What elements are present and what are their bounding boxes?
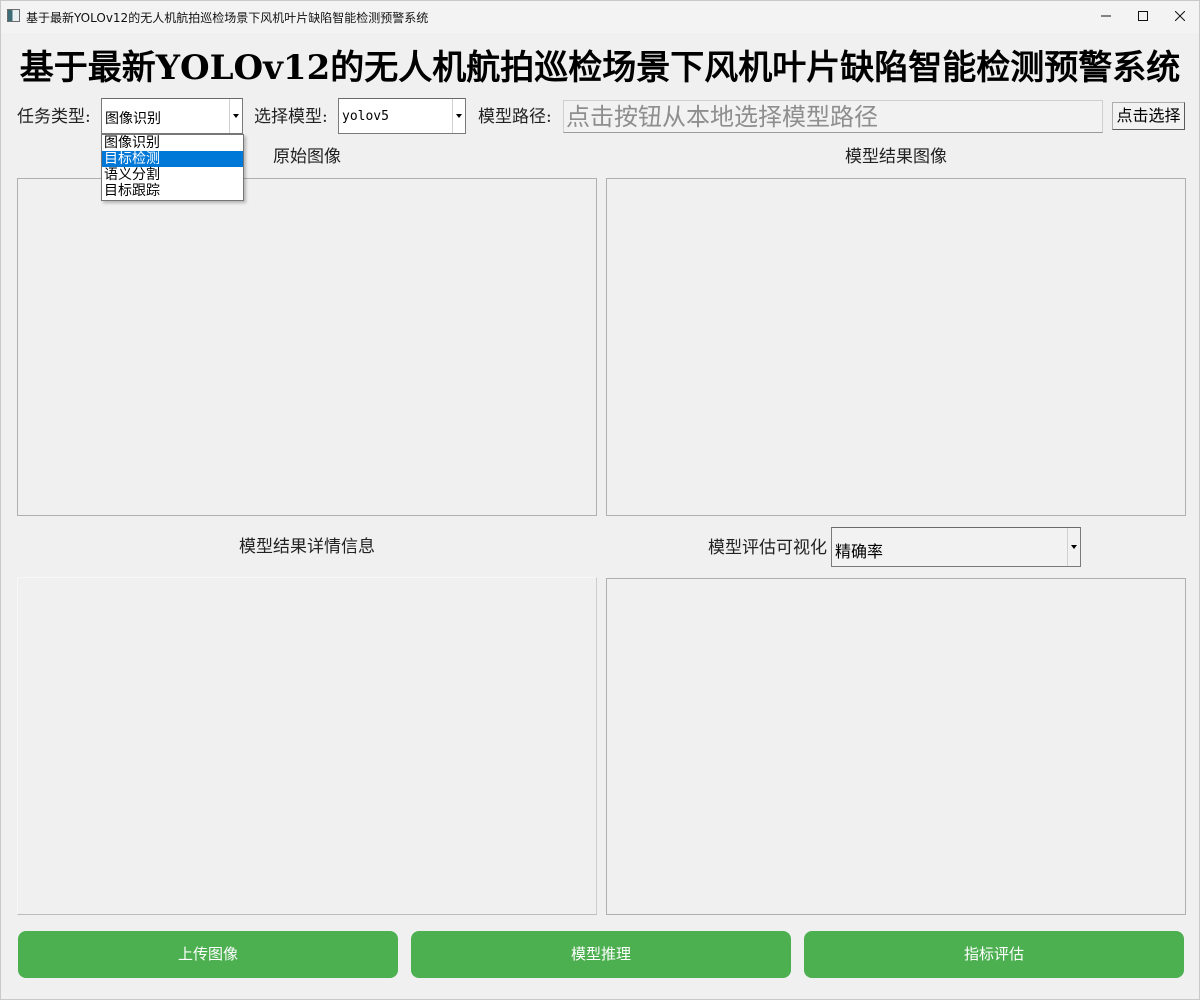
eval-metric-select[interactable]: 精确率	[831, 527, 1081, 567]
task-type-select[interactable]: 图像识别	[101, 98, 243, 134]
maximize-icon	[1138, 11, 1148, 21]
app-window: 基于最新YOLOv12的无人机航拍巡检场景下风机叶片缺陷智能检测预警系统 基于最…	[0, 0, 1200, 1000]
original-image-panel	[17, 178, 597, 516]
result-image-title: 模型结果图像	[845, 147, 947, 167]
maximize-button[interactable]	[1124, 1, 1162, 31]
model-selected-value: yolov5	[342, 109, 389, 124]
task-type-label: 任务类型:	[17, 107, 91, 127]
dropdown-option-object-tracking[interactable]: 目标跟踪	[102, 183, 243, 199]
model-select-label: 选择模型:	[254, 107, 328, 127]
minimize-button[interactable]	[1087, 1, 1125, 31]
model-inference-button[interactable]: 模型推理	[411, 931, 791, 978]
title-bar: 基于最新YOLOv12的无人机航拍巡检场景下风机叶片缺陷智能检测预警系统	[1, 1, 1199, 33]
page-title: 基于最新YOLOv12的无人机航拍巡检场景下风机叶片缺陷智能检测预警系统	[19, 48, 1181, 88]
chevron-down-icon[interactable]	[229, 99, 242, 133]
dropdown-option-object-detection[interactable]: 目标检测	[102, 151, 243, 167]
task-type-selected-value: 图像识别	[105, 111, 161, 127]
eval-visual-panel	[606, 578, 1186, 915]
close-button[interactable]	[1161, 1, 1199, 31]
chevron-down-icon[interactable]	[452, 99, 465, 133]
chevron-down-icon[interactable]	[1067, 528, 1080, 566]
app-icon	[7, 9, 20, 22]
dropdown-option-semantic-segmentation[interactable]: 语义分割	[102, 167, 243, 183]
dropdown-option-image-recognition[interactable]: 图像识别	[102, 135, 243, 151]
model-select[interactable]: yolov5	[338, 98, 466, 134]
metric-evaluation-button[interactable]: 指标评估	[804, 931, 1184, 978]
eval-visual-label: 模型评估可视化	[708, 538, 827, 558]
model-path-input[interactable]	[563, 100, 1103, 133]
task-type-dropdown-list: 图像识别 目标检测 语义分割 目标跟踪	[101, 134, 244, 201]
minimize-icon	[1101, 15, 1111, 17]
close-icon	[1175, 11, 1185, 21]
result-details-panel[interactable]	[17, 577, 597, 915]
window-title: 基于最新YOLOv12的无人机航拍巡检场景下风机叶片缺陷智能检测预警系统	[26, 11, 429, 25]
eval-metric-selected-value: 精确率	[835, 542, 884, 561]
model-path-label: 模型路径:	[478, 107, 552, 127]
upload-image-button[interactable]: 上传图像	[18, 931, 398, 978]
select-model-button[interactable]: 点击选择	[1112, 102, 1185, 130]
result-details-title: 模型结果详情信息	[239, 537, 375, 557]
result-image-panel	[606, 178, 1186, 516]
